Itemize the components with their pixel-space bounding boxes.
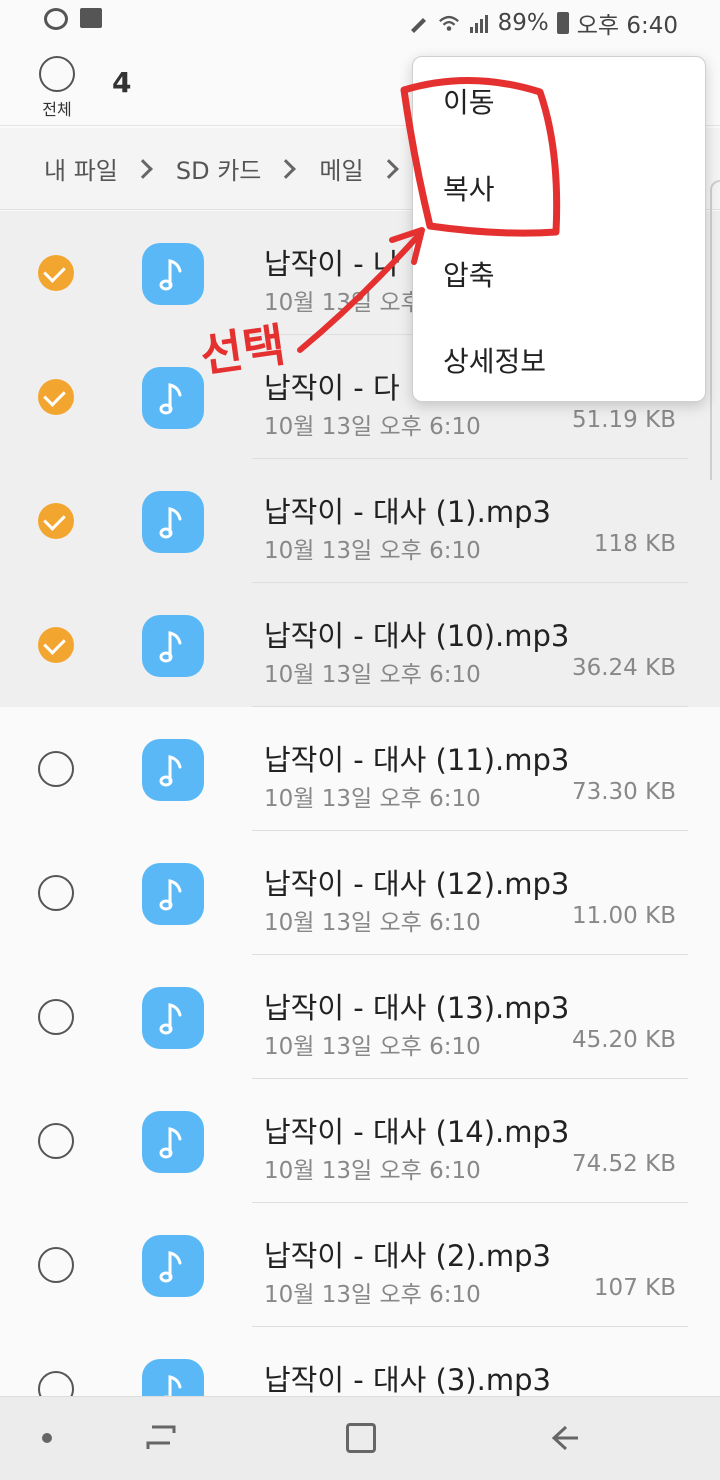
file-name: 납작이 - 대사 (11).mp3: [264, 743, 570, 777]
checkbox-unchecked[interactable]: [38, 875, 74, 911]
music-file-icon: [142, 615, 204, 677]
file-name: 납작이 - 대사 (12).mp3: [264, 867, 570, 901]
file-name: 납작이 - 대사 (10).mp3: [264, 619, 570, 653]
file-name: 납작이 - 대사 (1).mp3: [264, 495, 551, 529]
file-row[interactable]: 납작이 - 대사 (13).mp3 10월 13일 오후 6:10 45.20 KB: [0, 955, 720, 1079]
select-all-label: 전체: [42, 100, 72, 119]
breadcrumb-item-sd-card[interactable]: SD 카드: [176, 151, 262, 186]
edit-icon: [410, 18, 426, 33]
checkbox-checked[interactable]: [38, 627, 74, 663]
status-bar: 89% 오후 6:40: [0, 0, 720, 42]
music-file-icon: [142, 1235, 204, 1297]
music-file-icon: [142, 1111, 204, 1173]
checkbox-unchecked[interactable]: [38, 999, 74, 1035]
edge-panel-handle[interactable]: [710, 180, 720, 480]
file-row[interactable]: 납작이 - 대사 (1).mp3 10월 13일 오후 6:10 118 KB: [0, 459, 720, 583]
checkbox-checked[interactable]: [38, 503, 74, 539]
navigation-bar: [0, 1396, 720, 1480]
music-file-icon: [142, 987, 204, 1049]
selected-count: 4: [112, 66, 132, 99]
nav-dot-icon[interactable]: [42, 1433, 52, 1443]
menu-item-compress[interactable]: 압축: [413, 231, 705, 317]
recent-apps-icon[interactable]: [144, 1423, 178, 1453]
back-icon[interactable]: [548, 1421, 582, 1455]
file-date: 10월 13일 오후 6:10: [264, 538, 481, 564]
u-plus-icon: [44, 8, 68, 30]
file-size: 51.19 KB: [571, 407, 676, 433]
file-size: 11.00 KB: [571, 903, 676, 929]
music-file-icon: [142, 739, 204, 801]
home-button-icon[interactable]: [346, 1423, 376, 1453]
file-row[interactable]: 납작이 - 대사 (12).mp3 10월 13일 오후 6:10 11.00 KB: [0, 831, 720, 955]
file-date: 10월 13일 오후 6:10: [264, 1034, 481, 1060]
file-name: 납작이 - 대사 (13).mp3: [264, 991, 570, 1025]
file-size: 74.52 KB: [571, 1151, 676, 1177]
chevron-right-icon: [276, 158, 297, 179]
music-file-icon: [142, 367, 204, 429]
signal-icon: [469, 15, 488, 33]
file-date: 10월 13일 오후 6:10: [264, 1282, 481, 1308]
file-size: 107 KB: [593, 1275, 676, 1301]
annotation-label: 선택: [197, 317, 289, 383]
file-row[interactable]: 납작이 - 대사 (14).mp3 10월 13일 오후 6:10 74.52 KB: [0, 1079, 720, 1203]
file-date: 10월 13일 오후 6:10: [264, 786, 481, 812]
checkbox-checked[interactable]: [38, 255, 74, 291]
file-row[interactable]: 납작이 - 대사 (11).mp3 10월 13일 오후 6:10 73.30 KB: [0, 707, 720, 831]
file-name: 납작이 - 대사 (14).mp3: [264, 1115, 570, 1149]
menu-item-move[interactable]: 이동: [413, 57, 705, 145]
checkbox-unchecked[interactable]: [38, 1247, 74, 1283]
select-all-checkbox[interactable]: 전체: [30, 56, 84, 120]
file-size: 118 KB: [593, 531, 676, 557]
file-size: 73.30 KB: [571, 779, 676, 805]
battery-percent: 89%: [497, 10, 549, 36]
file-name: 납작이 - 대사 (3).mp3: [264, 1363, 551, 1397]
file-date: 10월 13일 오후 6:10: [264, 910, 481, 936]
file-date: 10월 13일 오후 6:10: [264, 414, 481, 440]
file-date: 10월 13일 오후 6:10: [264, 1158, 481, 1184]
clock: 오후 6:40: [576, 13, 678, 39]
battery-icon: [556, 12, 569, 34]
file-size: 45.20 KB: [571, 1027, 676, 1053]
music-file-icon: [142, 863, 204, 925]
file-size: 36.24 KB: [571, 655, 676, 681]
gallery-icon: [80, 8, 102, 28]
context-menu: 이동 복사 압축 상세정보: [412, 56, 706, 402]
file-name: 납작이 - 나: [264, 247, 400, 281]
checkbox-unchecked[interactable]: [38, 1123, 74, 1159]
file-row[interactable]: 납작이 - 대사 (10).mp3 10월 13일 오후 6:10 36.24 KB: [0, 583, 720, 707]
wifi-icon: [438, 15, 459, 31]
file-name: 납작이 - 대사 (2).mp3: [264, 1239, 551, 1273]
menu-item-copy[interactable]: 복사: [413, 145, 705, 231]
checkbox-checked[interactable]: [38, 379, 74, 415]
breadcrumb-item-mail[interactable]: 메일: [319, 151, 363, 186]
breadcrumb-item-my-files[interactable]: 내 파일: [44, 151, 118, 186]
music-file-icon: [142, 243, 204, 305]
chevron-right-icon: [132, 158, 153, 179]
music-file-icon: [142, 491, 204, 553]
file-row[interactable]: 납작이 - 대사 (2).mp3 10월 13일 오후 6:10 107 KB: [0, 1203, 720, 1327]
file-date: 10월 13일 오후 6:10: [264, 662, 481, 688]
select-all-circle[interactable]: [39, 56, 75, 92]
checkbox-unchecked[interactable]: [38, 751, 74, 787]
menu-item-details[interactable]: 상세정보: [413, 317, 705, 403]
chevron-right-icon: [378, 158, 399, 179]
